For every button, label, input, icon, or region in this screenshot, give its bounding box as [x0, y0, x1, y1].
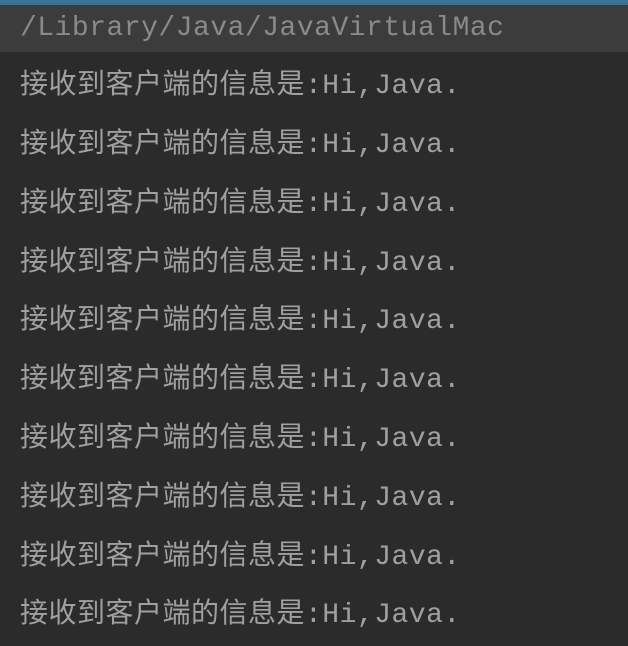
console-line: 接收到客户端的信息是:Hi,Java.	[20, 176, 628, 235]
console-line: 接收到客户端的信息是:Hi,Java.	[20, 587, 628, 646]
console-line: 接收到客户端的信息是:Hi,Java.	[20, 470, 628, 529]
java-path-text: /Library/Java/JavaVirtualMac	[20, 13, 504, 44]
console-line: 接收到客户端的信息是:Hi,Java.	[20, 235, 628, 294]
execution-path-header: /Library/Java/JavaVirtualMac	[0, 5, 628, 52]
console-line: 接收到客户端的信息是:Hi,Java.	[20, 411, 628, 470]
console-line: 接收到客户端的信息是:Hi,Java.	[20, 529, 628, 588]
console-line: 接收到客户端的信息是:Hi,Java.	[20, 58, 628, 117]
console-output-panel: 接收到客户端的信息是:Hi,Java. 接收到客户端的信息是:Hi,Java. …	[0, 52, 628, 646]
console-line: 接收到客户端的信息是:Hi,Java.	[20, 293, 628, 352]
console-line: 接收到客户端的信息是:Hi,Java.	[20, 117, 628, 176]
console-line: 接收到客户端的信息是:Hi,Java.	[20, 352, 628, 411]
